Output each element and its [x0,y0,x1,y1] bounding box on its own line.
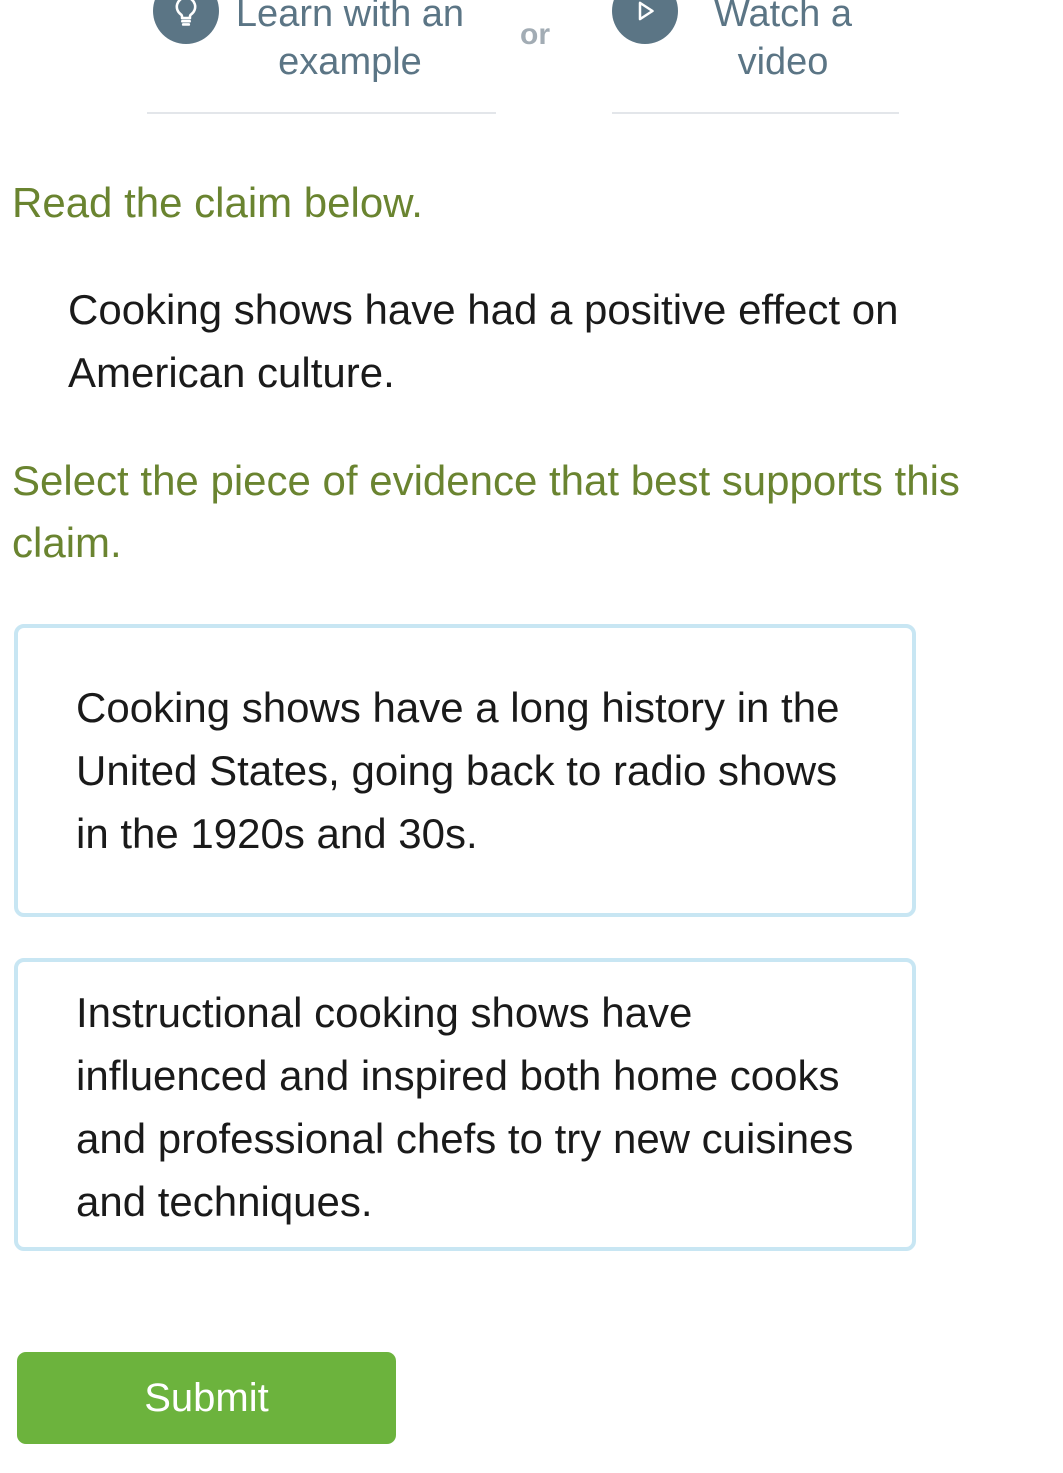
play-icon [612,0,678,44]
lightbulb-icon [153,0,219,44]
answer-option-text: Cooking shows have a long history in the… [76,684,840,857]
select-evidence-instruction: Select the piece of evidence that best s… [12,457,960,566]
read-claim-instruction: Read the claim below. [12,179,423,226]
claim-text: Cooking shows have had a positive effect… [68,286,899,396]
learn-with-example-label: Learn with an example [235,0,465,83]
submit-button[interactable]: Submit [17,1352,396,1444]
learn-with-example-link[interactable]: Learn with an example [147,0,496,114]
answer-option[interactable]: Cooking shows have a long history in the… [14,624,916,917]
answer-option-text: Instructional cooking shows have influen… [76,989,854,1225]
answer-option[interactable]: Instructional cooking shows have influen… [14,958,916,1251]
watch-video-link[interactable]: Watch a video [612,0,899,114]
watch-video-label: Watch a video [714,0,852,83]
or-separator: or [520,18,550,51]
